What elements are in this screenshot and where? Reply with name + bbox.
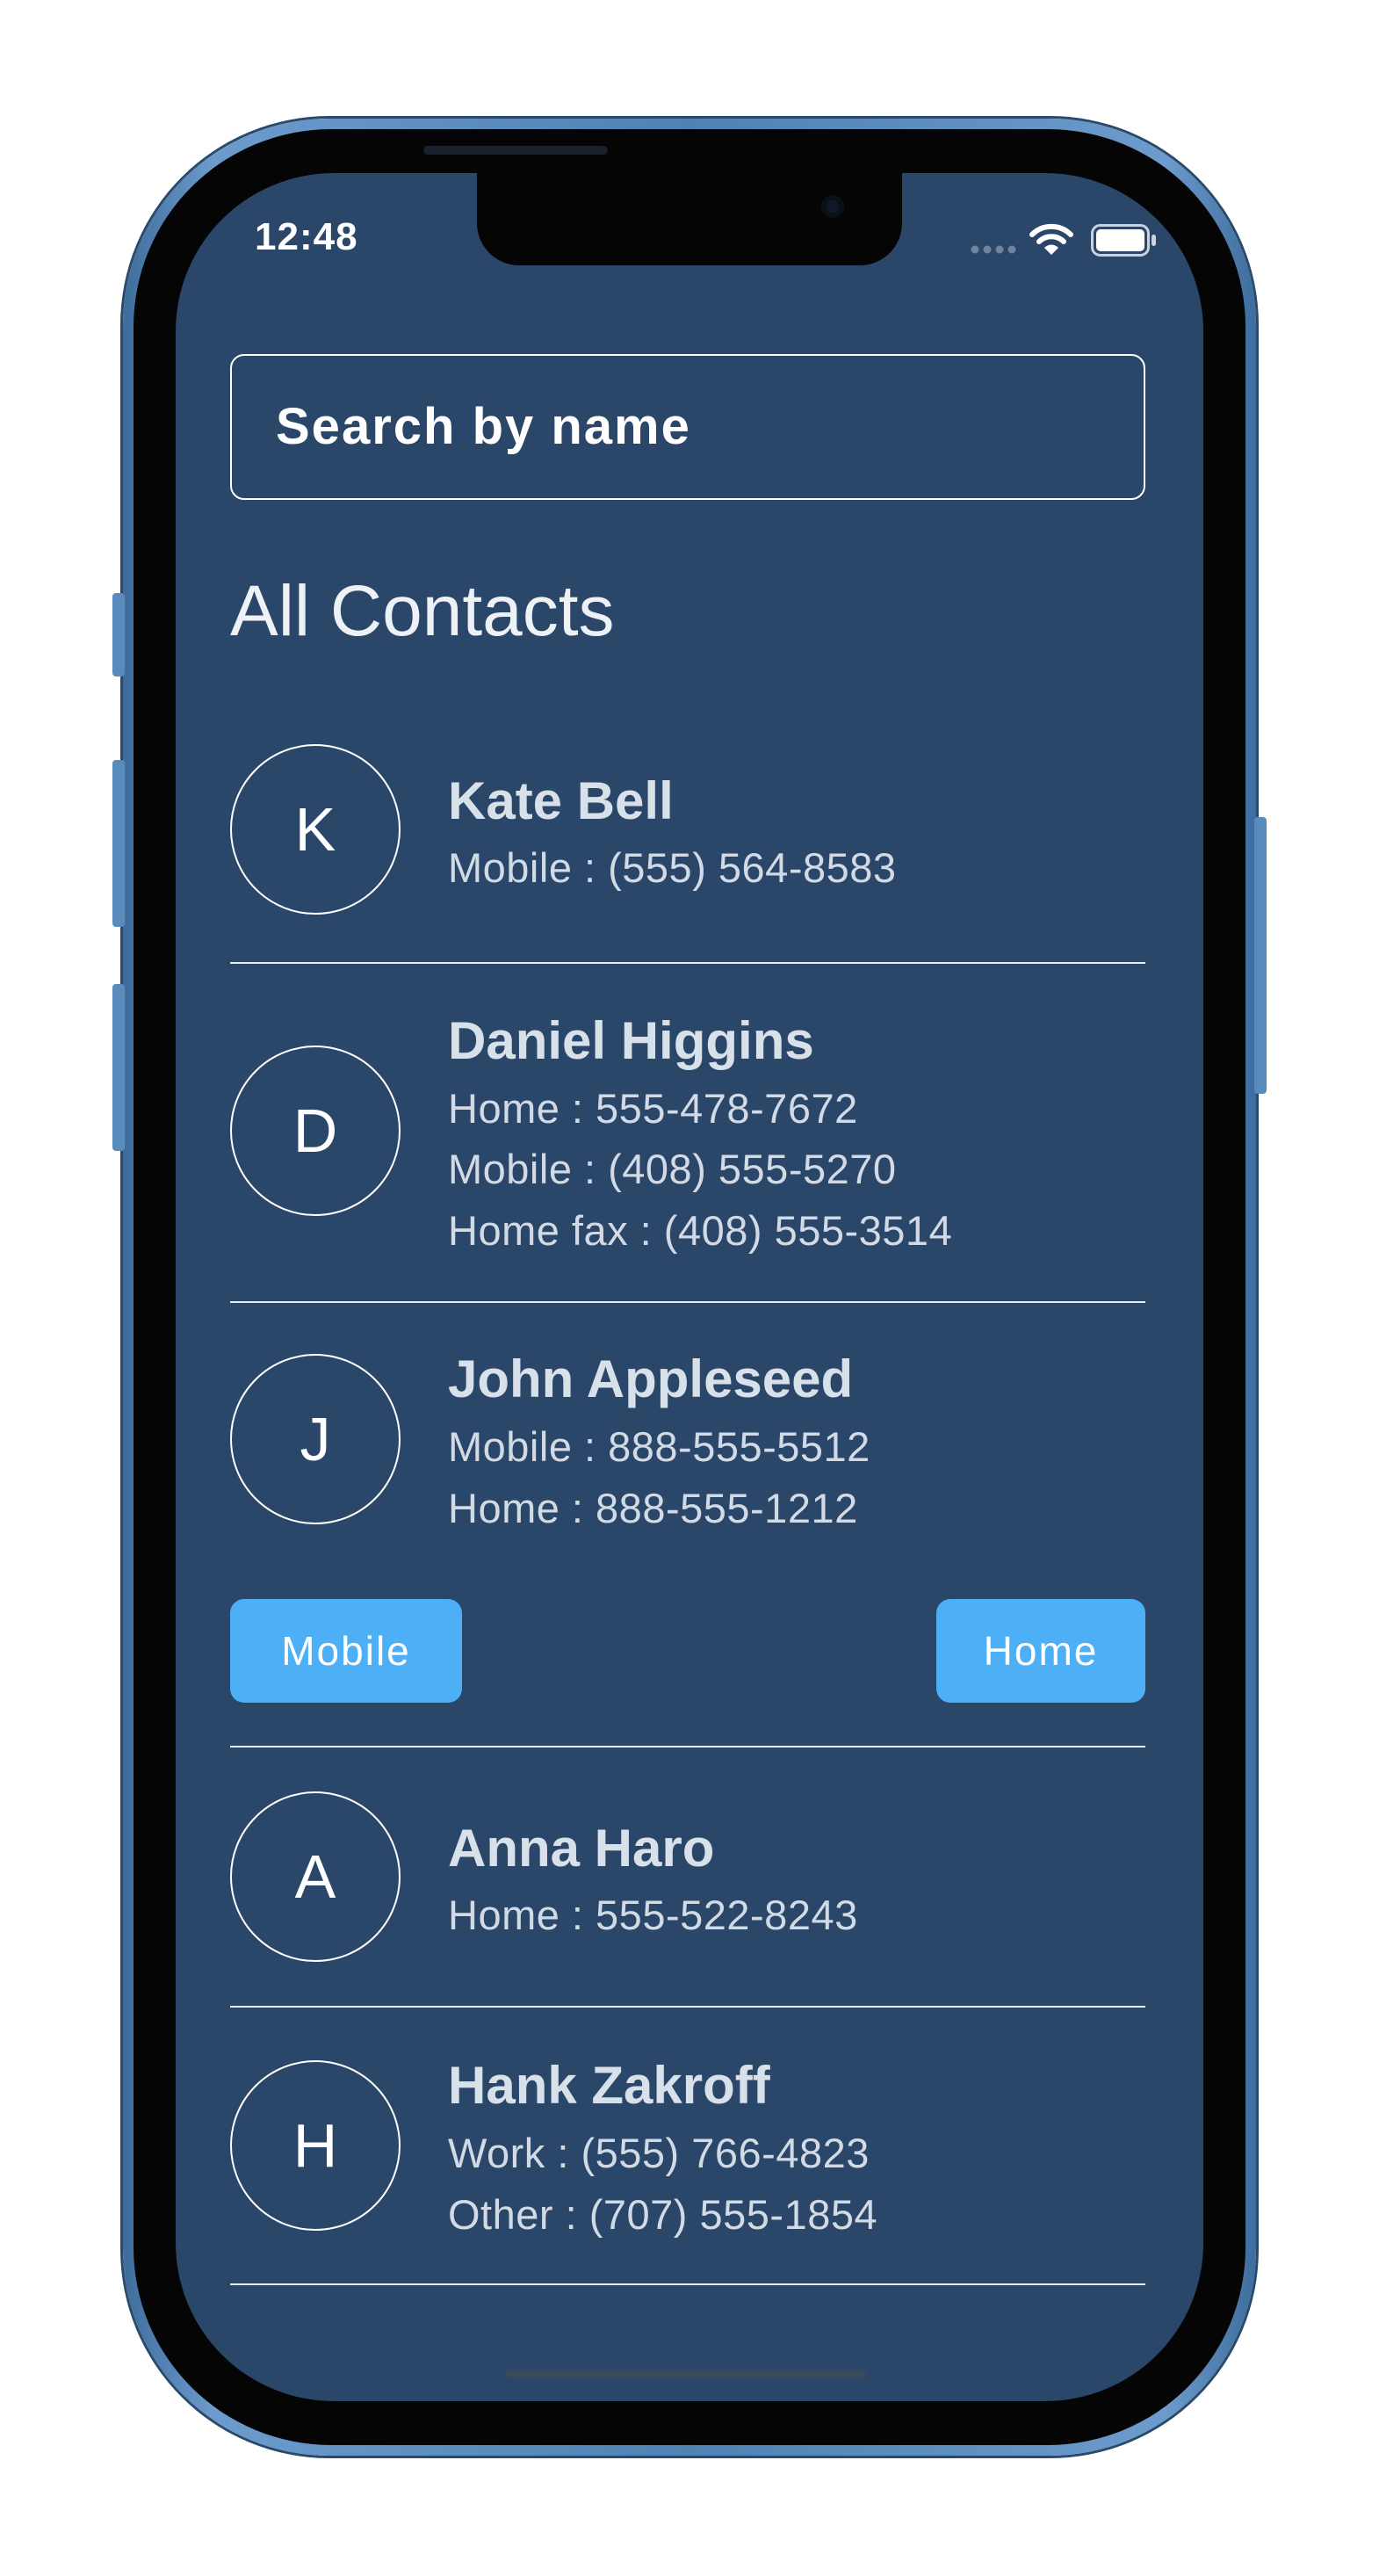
- phone-number: Home fax : (408) 555-3514: [448, 1207, 953, 1254]
- power-button: [1254, 817, 1267, 1094]
- earpiece-speaker: [423, 146, 608, 155]
- divider: [230, 1746, 1145, 1747]
- silent-switch: [112, 593, 125, 677]
- wifi-icon: [1029, 223, 1073, 255]
- contact-name: Daniel Higgins: [448, 1011, 814, 1070]
- notch: [477, 173, 902, 265]
- call-home-button[interactable]: Home: [936, 1599, 1145, 1703]
- phone-number: Other : (707) 555-1854: [448, 2191, 878, 2238]
- divider: [230, 2283, 1145, 2285]
- contact-name: John Appleseed: [448, 1350, 854, 1408]
- contact-name: Anna Haro: [448, 1819, 715, 1878]
- home-indicator[interactable]: [506, 2370, 866, 2378]
- phone-number: Work : (555) 766-4823: [448, 2130, 870, 2176]
- phone-number: Mobile : (408) 555-5270: [448, 1146, 897, 1192]
- page-title: All Contacts: [230, 571, 615, 651]
- avatar: D: [230, 1046, 401, 1216]
- volume-up-button: [112, 760, 125, 927]
- screen: 12:48 Search by name All Contacts K Kate…: [176, 173, 1203, 2401]
- divider: [230, 2006, 1145, 2008]
- phone-number: Home : 555-522-8243: [448, 1892, 858, 1938]
- front-camera-icon: [821, 195, 844, 218]
- contact-name: Hank Zakroff: [448, 2056, 770, 2115]
- contact-name: Kate Bell: [448, 771, 674, 830]
- phone-number: Home : 555-478-7672: [448, 1085, 858, 1132]
- phone-number: Mobile : (555) 564-8583: [448, 844, 897, 891]
- battery-icon: [1091, 224, 1156, 257]
- avatar: A: [230, 1791, 401, 1962]
- divider: [230, 962, 1145, 964]
- search-input[interactable]: Search by name: [230, 354, 1145, 500]
- status-time: 12:48: [255, 215, 358, 258]
- divider: [230, 1301, 1145, 1303]
- phone-number: Mobile : 888-555-5512: [448, 1423, 870, 1470]
- call-mobile-button[interactable]: Mobile: [230, 1599, 462, 1703]
- avatar: H: [230, 2060, 401, 2231]
- volume-down-button: [112, 984, 125, 1151]
- phone-number: Home : 888-555-1212: [448, 1485, 858, 1531]
- cellular-signal-icon: [971, 245, 1016, 254]
- avatar: K: [230, 744, 401, 915]
- avatar: J: [230, 1354, 401, 1524]
